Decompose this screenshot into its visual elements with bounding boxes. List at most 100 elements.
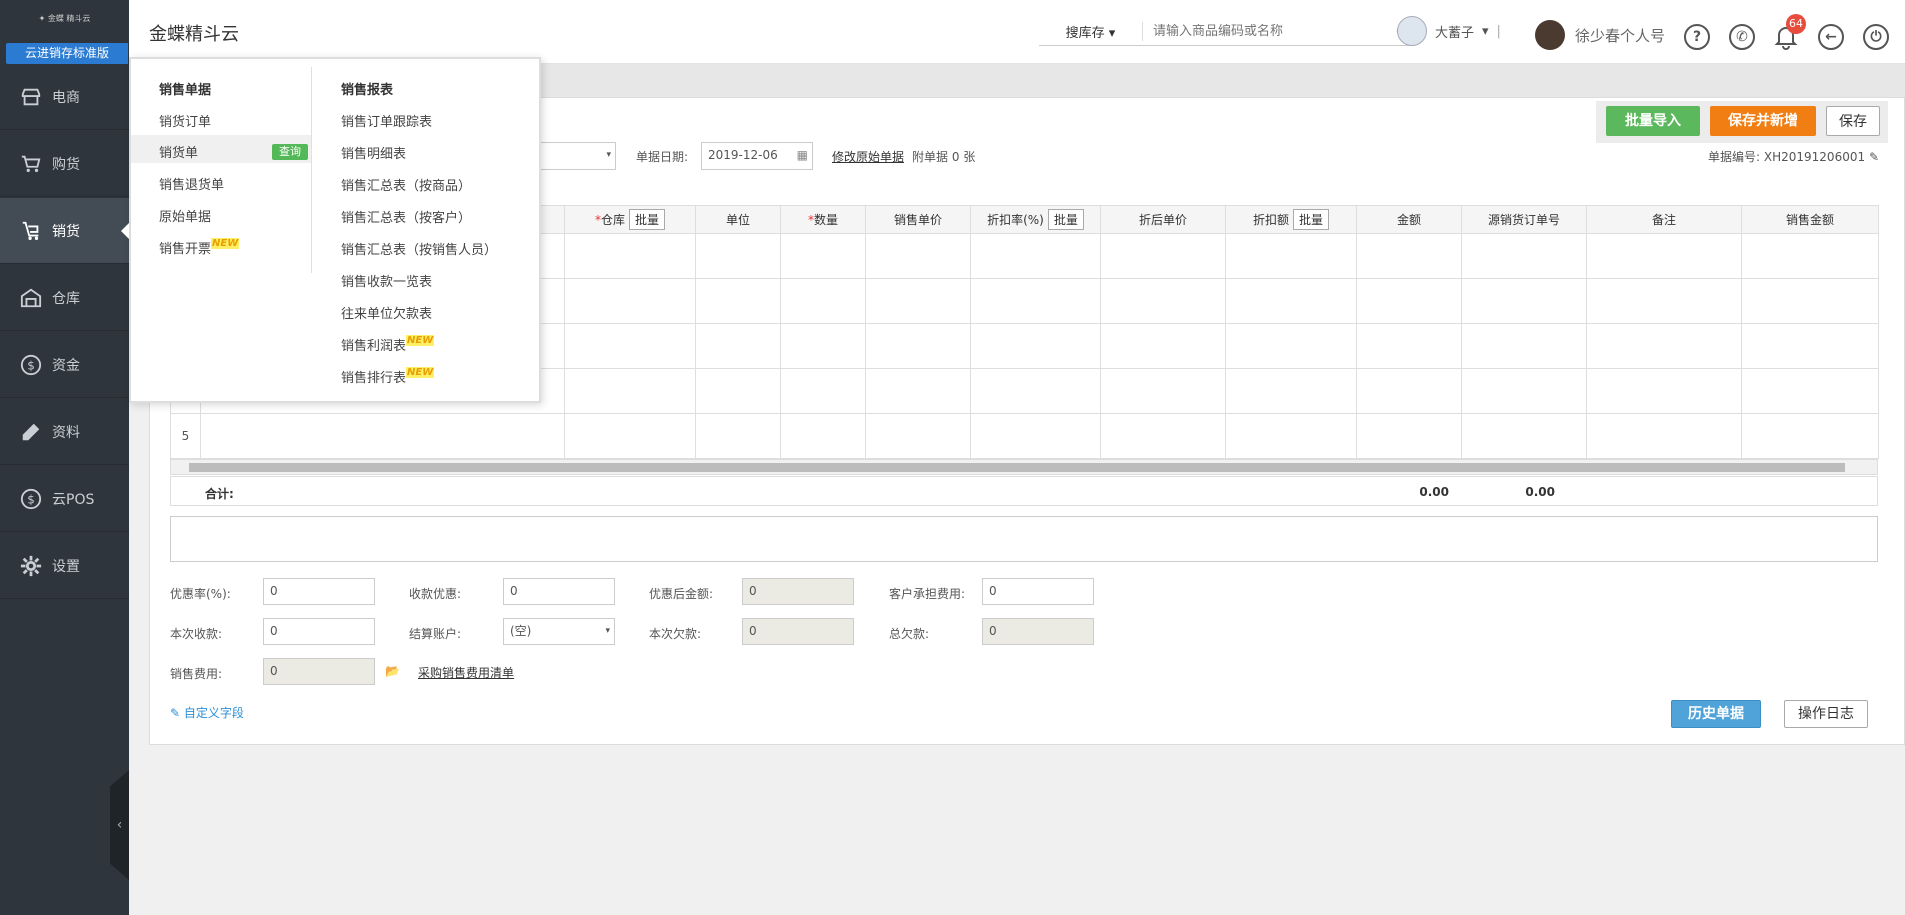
- sidebar-item-purchase[interactable]: 购货: [0, 131, 129, 197]
- avatar: [1535, 20, 1565, 50]
- sidebar-item-settings[interactable]: 设置: [0, 533, 129, 599]
- sidebar-item-label: 资料: [52, 424, 80, 441]
- menu-item-receipts-list[interactable]: 销售收款一览表: [341, 271, 432, 290]
- remark-textarea[interactable]: [170, 516, 1878, 562]
- doc-no: 单据编号: XH20191206001 ✎: [1708, 150, 1879, 164]
- total-debt-label: 总欠款:: [889, 627, 930, 641]
- menu-item-original-docs[interactable]: 原始单据: [159, 206, 211, 225]
- menu-item-summary-salesperson[interactable]: 销售汇总表（按销售人员）: [341, 239, 497, 258]
- custom-fields-link[interactable]: ✎ 自定义字段: [170, 704, 244, 721]
- menu-item-sales-invoice[interactable]: 销货单: [159, 142, 198, 161]
- receipt-discount-label: 收款优惠:: [409, 587, 462, 601]
- menu-item-profit-report[interactable]: 销售利润表NEW: [341, 335, 435, 354]
- collapse-sidebar-button[interactable]: ‹: [110, 770, 129, 880]
- sales-fee-label: 销售费用:: [170, 667, 223, 681]
- sum-amount: 0.00: [1525, 485, 1555, 499]
- batch-import-button[interactable]: 批量导入: [1606, 106, 1700, 136]
- menu-item-summary-product[interactable]: 销售汇总表（按商品）: [341, 175, 471, 194]
- edit-icon: ✎: [170, 706, 181, 720]
- new-tag: NEW: [406, 335, 435, 346]
- table-row[interactable]: 5: [170, 413, 1879, 459]
- dollar-icon: $: [20, 488, 42, 509]
- phone-icon[interactable]: ✆: [1729, 24, 1755, 50]
- back-icon[interactable]: ←: [1818, 24, 1844, 50]
- sales-docs-title: 销售单据: [159, 83, 212, 98]
- search-type-select[interactable]: 搜库存 ▾: [1039, 22, 1143, 41]
- sum-label: 合计:: [205, 487, 234, 501]
- search-bar: 搜库存 ▾: [1039, 18, 1415, 46]
- menu-item-summary-customer[interactable]: 销售汇总表（按客户）: [341, 207, 471, 226]
- search-input[interactable]: [1143, 24, 1391, 39]
- customer-fee-input[interactable]: 0: [982, 578, 1094, 605]
- warehouse-icon: [20, 288, 42, 307]
- svg-text:$: $: [27, 492, 35, 506]
- help-icon[interactable]: ?: [1684, 24, 1710, 50]
- calendar-icon: ▦: [796, 148, 808, 162]
- save-and-new-button[interactable]: 保存并新增: [1710, 106, 1816, 136]
- store-name: 大蓄子: [1435, 25, 1475, 41]
- sidebar-item-sales[interactable]: 销货: [0, 198, 129, 264]
- col-remark: 备注: [1586, 205, 1742, 234]
- after-discount-label: 优惠后金额:: [649, 587, 714, 601]
- menu-item-sales-order[interactable]: 销货订单: [159, 111, 211, 130]
- folder-icon[interactable]: 📂: [385, 664, 400, 678]
- user-menu[interactable]: 徐少春个人号: [1535, 20, 1665, 50]
- power-icon[interactable]: ⏻: [1863, 24, 1889, 50]
- discount-rate-label: 优惠率(%):: [170, 587, 231, 601]
- sidebar-item-warehouse[interactable]: 仓库: [0, 265, 129, 331]
- menu-item-order-tracking[interactable]: 销售订单跟踪表: [341, 111, 432, 130]
- menu-item-sales-billing[interactable]: 销售开票NEW: [159, 238, 240, 257]
- sales-dropdown-menu: 销售单据 销货订单 销货单 查询 销售退货单 原始单据 销售开票NEW 销售报表…: [129, 57, 541, 403]
- edit-icon: ✎: [1868, 150, 1879, 164]
- col-unit: 单位: [695, 205, 781, 234]
- col-sales-amount: 销售金额: [1741, 205, 1879, 234]
- app-title: 金蝶精斗云: [149, 24, 239, 45]
- store-switcher[interactable]: 大蓄子 ▾ |: [1397, 16, 1501, 46]
- save-button[interactable]: 保存: [1826, 106, 1880, 136]
- pencil-icon: [22, 423, 40, 440]
- batch-discount-button[interactable]: 批量: [1293, 209, 1330, 230]
- sidebar-item-ecommerce[interactable]: 电商: [0, 64, 129, 130]
- col-discount: 折扣额 批量: [1225, 205, 1357, 234]
- menu-pointer: [121, 223, 129, 239]
- date-input[interactable]: 2019-12-06 ▦: [701, 142, 813, 170]
- sales-reports-title: 销售报表: [341, 83, 394, 98]
- menu-item-debt-report[interactable]: 往来单位欠款表: [341, 303, 432, 322]
- query-badge[interactable]: 查询: [272, 144, 308, 160]
- purchase-fee-link[interactable]: 采购销售费用清单: [418, 664, 514, 681]
- history-button[interactable]: 历史单据: [1671, 700, 1761, 728]
- total-debt-input: 0: [982, 618, 1094, 645]
- sidebar-item-pos[interactable]: $ 云POS: [0, 466, 129, 532]
- sidebar-item-label: 云POS: [52, 491, 95, 508]
- chevron-down-icon: ▾: [605, 626, 610, 636]
- after-discount-input: 0: [742, 578, 854, 605]
- menu-item-sales-return[interactable]: 销售退货单: [159, 174, 224, 193]
- customer-select[interactable]: ▾: [530, 142, 616, 170]
- notification-badge: 64: [1786, 14, 1806, 34]
- menu-item-sales-detail[interactable]: 销售明细表: [341, 143, 406, 162]
- batch-discount-rate-button[interactable]: 批量: [1047, 209, 1084, 230]
- horizontal-scrollbar[interactable]: [170, 459, 1878, 475]
- sum-discount: 0.00: [1419, 485, 1449, 499]
- sidebar-item-label: 购货: [52, 156, 80, 173]
- store-avatar: [1397, 16, 1427, 46]
- new-tag: NEW: [211, 238, 240, 249]
- modify-original-link[interactable]: 修改原始单据: [832, 148, 904, 165]
- edition-label: 云进销存标准版: [6, 43, 128, 64]
- this-receipt-label: 本次收款:: [170, 627, 223, 641]
- gear-icon: [20, 555, 42, 576]
- svg-text:$: $: [27, 358, 35, 372]
- this-debt-label: 本次欠款:: [649, 627, 702, 641]
- this-receipt-input[interactable]: 0: [263, 618, 375, 645]
- discount-rate-input[interactable]: 0: [263, 578, 375, 605]
- sidebar-item-data[interactable]: 资料: [0, 399, 129, 465]
- account-select[interactable]: (空) ▾: [503, 618, 615, 645]
- col-net-price: 折后单价: [1100, 205, 1226, 234]
- batch-warehouse-button[interactable]: 批量: [629, 209, 666, 230]
- operation-log-button[interactable]: 操作日志: [1784, 700, 1868, 728]
- row-number: 5: [170, 413, 201, 459]
- sidebar-item-label: 设置: [52, 558, 80, 575]
- sidebar-item-funds[interactable]: $ 资金: [0, 332, 129, 398]
- receipt-discount-input[interactable]: 0: [503, 578, 615, 605]
- menu-item-ranking-report[interactable]: 销售排行表NEW: [341, 367, 435, 386]
